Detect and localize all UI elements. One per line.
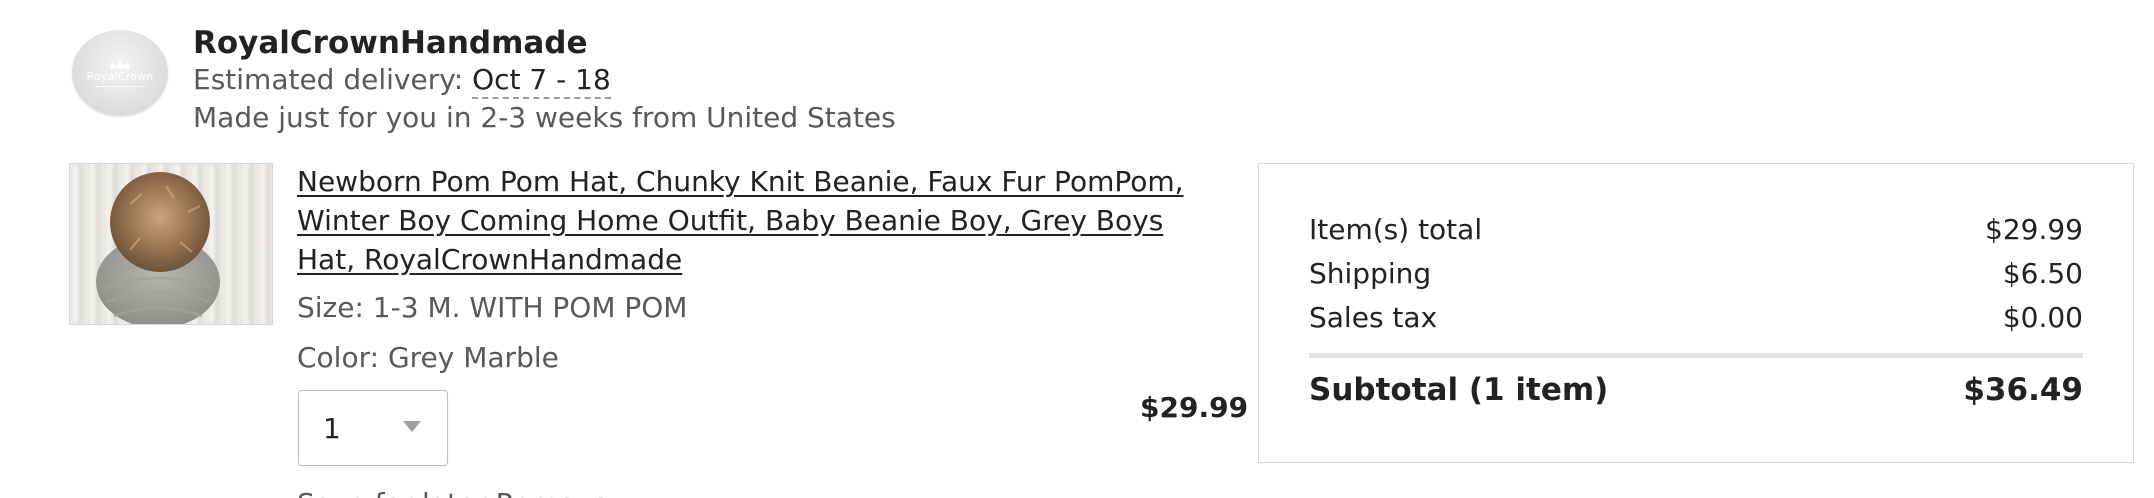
items-total-value: $29.99: [1985, 213, 2083, 246]
variation-size: Size: 1-3 M. WITH POM POM: [297, 291, 688, 324]
avatar-logo-text: RoyalCrown: [86, 69, 154, 83]
shop-avatar[interactable]: RoyalCrown: [72, 30, 168, 116]
sales-tax-value: $0.00: [2002, 301, 2083, 334]
listing-thumbnail[interactable]: [69, 163, 273, 325]
items-total-row: Item(s) total $29.99: [1309, 212, 2083, 248]
chevron-down-icon: [403, 421, 421, 432]
delivery-dates-tooltip[interactable]: Oct 7 - 18: [472, 63, 611, 99]
shipping-value: $6.50: [2002, 257, 2083, 290]
shipping-row: Shipping $6.50: [1309, 256, 2083, 292]
listing-title-link[interactable]: Newborn Pom Pom Hat, Chunky Knit Beanie,…: [297, 162, 1202, 279]
subtotal-row: Subtotal (1 item) $36.49: [1309, 370, 2083, 410]
cart-page: RoyalCrown RoyalCrownHandmade Estimated …: [0, 0, 2154, 498]
subtotal-label: Subtotal (1 item): [1309, 372, 1609, 408]
items-total-label: Item(s) total: [1309, 213, 1483, 246]
pom-pom-hat-image: [96, 172, 220, 324]
delivery-label: Estimated delivery:: [193, 63, 473, 96]
shipping-label: Shipping: [1309, 257, 1432, 290]
quantity-value: 1: [323, 412, 341, 445]
summary-divider: [1309, 353, 2083, 358]
made-for-you-note: Made just for you in 2-3 weeks from Unit…: [193, 101, 896, 134]
subtotal-value: $36.49: [1963, 372, 2083, 408]
item-price: $29.99: [1140, 391, 1249, 424]
order-summary-box: Item(s) total $29.99 Shipping $6.50 Sale…: [1258, 163, 2134, 463]
quantity-select[interactable]: 1: [298, 390, 448, 466]
sales-tax-row: Sales tax $0.00: [1309, 300, 2083, 336]
shop-name-link[interactable]: RoyalCrownHandmade: [193, 24, 588, 62]
sales-tax-label: Sales tax: [1309, 301, 1438, 334]
crown-icon: [110, 60, 130, 69]
avatar-logo-divider: [95, 85, 145, 87]
variation-color: Color: Grey Marble: [297, 341, 559, 374]
estimated-delivery: Estimated delivery: Oct 7 - 18: [193, 62, 611, 99]
listing-actions-cutoff[interactable]: Save for later Remove: [297, 486, 609, 498]
